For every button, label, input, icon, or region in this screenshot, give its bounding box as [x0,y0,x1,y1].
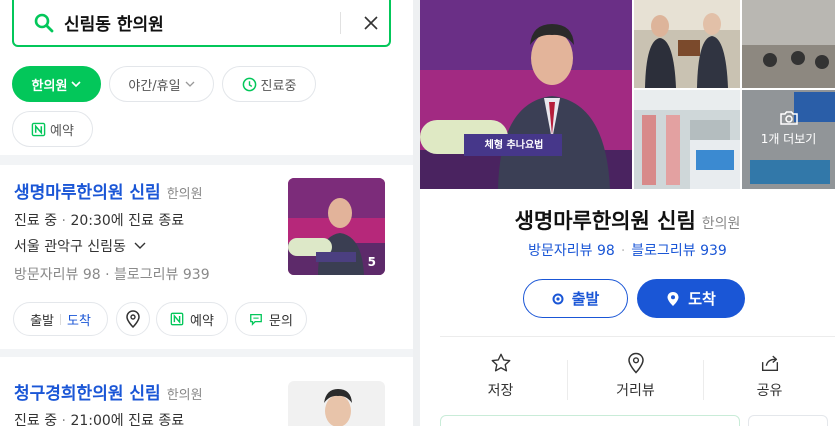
filter-chip-reservation[interactable]: 예약 [12,111,93,147]
chat-icon [250,313,262,326]
section-divider [0,155,413,165]
search-bar[interactable]: 신림동 한의원 [12,0,391,47]
visitor-review-count[interactable]: 방문자리뷰 98 [14,267,101,283]
street-view-label: 거리뷰 [616,383,655,399]
depart-label: 출발 [571,290,600,308]
location-pin-icon [667,291,679,306]
visitor-review-link[interactable]: 방문자리뷰 98 [528,243,615,259]
place-thumbnail[interactable] [288,381,385,426]
naver-booking-icon [31,122,46,136]
place-name[interactable]: 청구경희한의원 신림 [14,384,161,404]
place-category: 한의원 [166,187,203,202]
arrive-label: 도착 [688,290,716,308]
depart-label[interactable]: 출발 [30,310,54,329]
origin-dot-icon [552,293,564,304]
search-divider [340,11,341,34]
open-status: 진료 중 [14,213,58,229]
chevron-down-icon [71,81,82,88]
arrive-button[interactable]: 도착 [637,279,745,318]
filter-chip-label: 진료중 [260,78,297,94]
place-category: 한의원 [166,388,203,403]
section-divider [0,349,413,357]
search-icon [34,13,54,33]
place-name-link[interactable]: 청구경희한의원 신림 한의원 [14,379,203,404]
map-pin-button[interactable] [116,302,150,336]
share-icon [761,355,778,372]
more-photos-label: 1개 더보기 [760,132,817,146]
photo-count: 5 [367,255,376,269]
naver-booking-icon [170,312,184,326]
place-name-link[interactable]: 생명마루한의원 신림 한의원 [14,178,203,203]
photo-caption: 체형 추나요법 [468,136,560,151]
location-pin-icon [627,352,644,374]
save-label: 저장 [487,383,514,399]
bottom-action-button[interactable] [440,415,740,426]
closing-time: 21:00에 진료 종료 [70,413,185,426]
share-label: 공유 [756,383,783,399]
list-item[interactable]: 청구경희한의원 신림 한의원 진료 중 · 21:00에 진료 종료 [0,357,413,426]
clear-search-icon[interactable] [353,15,389,31]
place-thumbnail[interactable]: 5 [288,178,385,275]
business-hours: 진료 중 · 20:30에 진료 종료 [14,213,185,229]
arrive-label[interactable]: 도착 [67,310,91,329]
route-button[interactable]: 출발 도착 [13,302,108,336]
filter-chip-night-holiday[interactable]: 야간/휴일 [109,66,214,102]
bottom-action-button[interactable] [748,415,828,426]
thumbnail-image [288,381,385,426]
filter-chip-label: 한의원 [31,78,68,94]
blog-review-count[interactable]: 블로그리뷰 939 [114,267,210,283]
search-input[interactable]: 신림동 한의원 [64,10,340,35]
star-icon [491,353,510,372]
reserve-label: 예약 [190,313,214,329]
location-pin-icon [126,310,140,328]
list-item[interactable]: 생명마루한의원 신림 한의원 진료 중 · 20:30에 진료 종료 서울 관악구… [0,165,413,349]
street-view-button[interactable]: 거리뷰 [568,352,703,400]
address: 서울 관악구 신림동 [14,239,126,255]
place-category: 한의원 [701,216,741,232]
address-toggle[interactable]: 서울 관악구 신림동 [14,236,146,256]
filter-chip-open-now[interactable]: 진료중 [222,66,316,102]
review-links: 방문자리뷰 98 · 블로그리뷰 939 [528,243,727,259]
blog-review-link[interactable]: 블로그리뷰 939 [631,243,727,259]
more-photos-overlay[interactable]: 1개 더보기 [742,110,835,147]
inquiry-label: 문의 [269,313,293,329]
chevron-down-icon [185,81,195,87]
filter-chip-label: 야간/휴일 [128,78,181,94]
clock-icon [242,77,256,91]
route-divider [60,313,61,325]
depart-button[interactable]: 출발 [523,279,628,318]
inquiry-button[interactable]: 문의 [235,302,307,336]
filter-chip-hanuiwon[interactable]: 한의원 [12,66,101,102]
reserve-button[interactable]: 예약 [156,302,228,336]
share-button[interactable]: 공유 [702,352,835,400]
review-counts: 방문자리뷰 98 · 블로그리뷰 939 [14,267,210,283]
place-detail-panel: 1개 더보기 체형 추나요법 생명마루한의원 신림 한의원 방문자리뷰 98 · 블로… [420,0,835,426]
place-name[interactable]: 생명마루한의원 신림 [14,183,161,203]
place-title: 생명마루한의원 신림 한의원 [420,205,835,235]
open-status: 진료 중 [14,413,58,426]
filter-chip-label: 예약 [50,123,74,139]
business-hours: 진료 중 · 21:00에 진료 종료 [14,410,184,426]
photo-gallery[interactable]: 1개 더보기 체형 추나요법 [420,0,835,189]
closing-time: 20:30에 진료 종료 [70,213,185,229]
camera-icon [779,111,798,125]
action-bar-divider [440,336,835,337]
chevron-down-icon [134,242,146,249]
search-results-panel: 신림동 한의원 한의원 야간/휴일 진료중 예약 생명마루한의원 신림한의원 [0,0,413,426]
panel-divider [413,0,420,426]
gallery-images [420,0,835,189]
photo-caption-text: 체형 추나요법 [484,140,544,151]
place-name: 생명마루한의원 신림 [514,209,696,233]
save-button[interactable]: 저장 [433,352,568,400]
